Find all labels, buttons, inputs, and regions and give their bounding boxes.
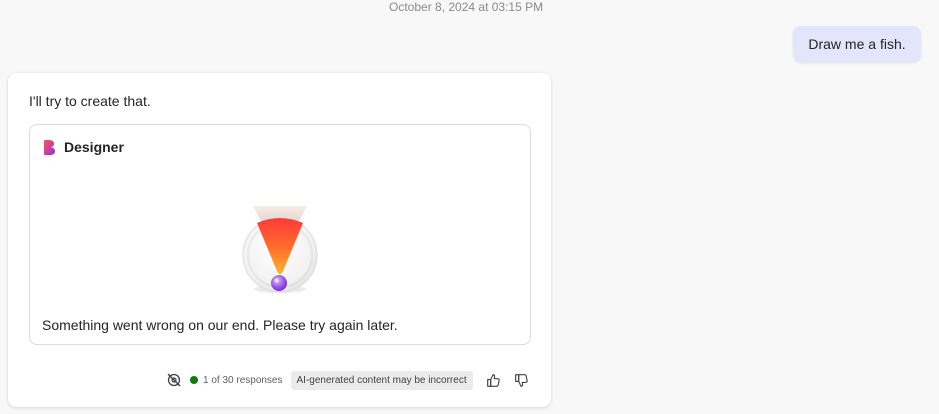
status-dot — [190, 376, 198, 384]
thumbs-down-button[interactable] — [513, 371, 531, 389]
error-exclamation-illustration — [242, 206, 318, 293]
response-count: 1 of 30 responses — [203, 374, 283, 386]
thumbs-up-icon — [487, 373, 500, 387]
message-timestamp: October 8, 2024 at 03:15 PM — [389, 0, 544, 14]
user-message-bubble: Draw me a fish. — [793, 26, 921, 62]
assistant-intro-text: I'll try to create that. — [29, 93, 151, 109]
ai-disclaimer-badge: AI-generated content may be incorrect — [290, 370, 473, 390]
error-message: Something went wrong on our end. Please … — [42, 317, 398, 333]
designer-title: Designer — [64, 139, 124, 155]
no-sensitivity-icon[interactable] — [166, 372, 182, 388]
designer-logo-icon — [44, 139, 55, 155]
thumbs-down-icon — [515, 373, 528, 387]
message-footer: 1 of 30 responses AI-generated content m… — [166, 370, 531, 390]
assistant-message-card: I'll try to create that. Designer Someth… — [8, 73, 551, 407]
designer-card: Designer Something went wrong on our end… — [29, 124, 531, 345]
designer-header: Designer — [43, 139, 124, 155]
thumbs-up-button[interactable] — [485, 371, 503, 389]
